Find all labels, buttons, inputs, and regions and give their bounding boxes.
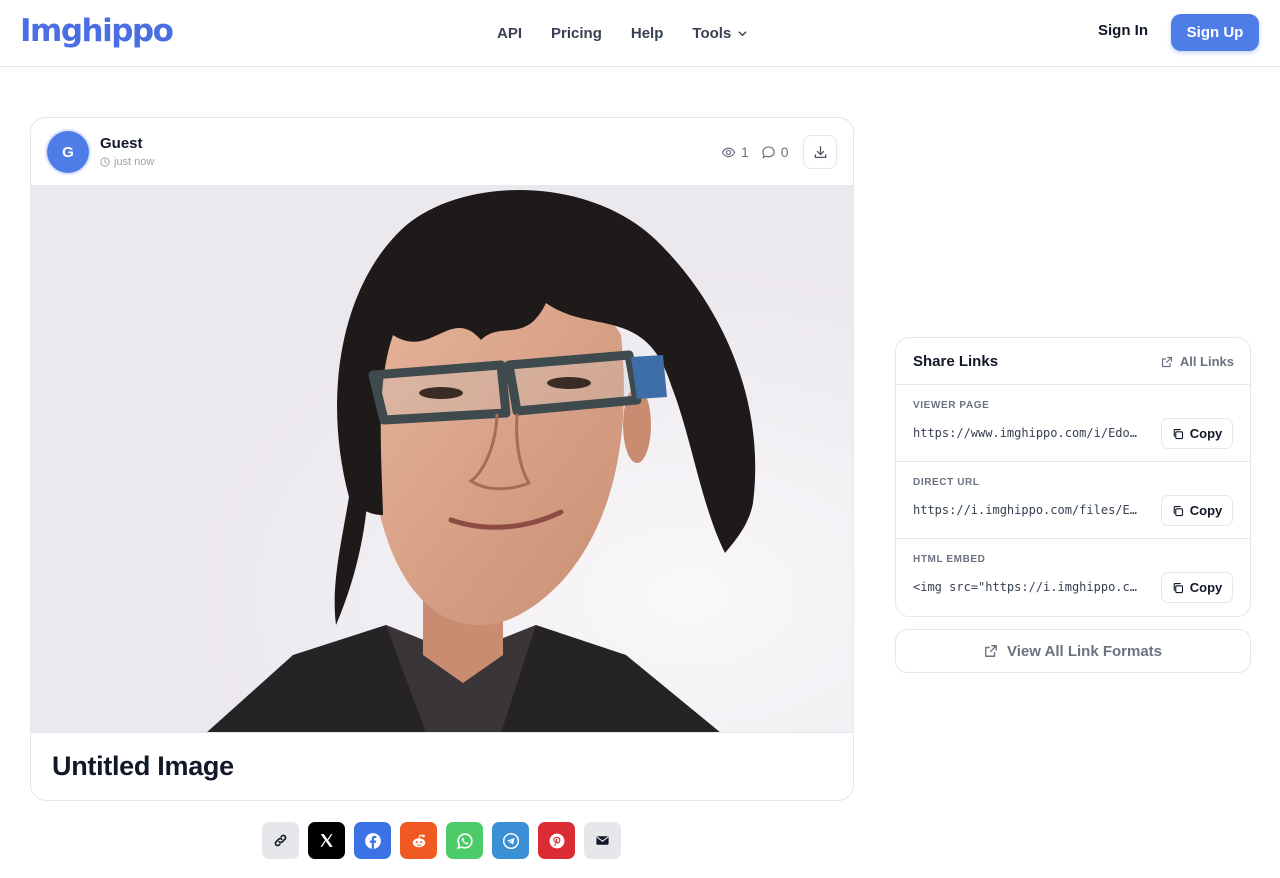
- copy-label: Copy: [1189, 580, 1223, 595]
- upload-time-text: just now: [114, 156, 155, 168]
- top-navbar: Imghippo API Pricing Help Tools Sign In …: [0, 0, 1280, 67]
- clock-icon: [100, 157, 110, 167]
- copy-label: Copy: [1189, 426, 1223, 441]
- direct-url-label: DIRECT URL: [913, 477, 980, 488]
- comment-count: 0: [761, 144, 789, 160]
- view-all-label: View All Link Formats: [1006, 642, 1163, 660]
- html-embed-label: HTML EMBED: [913, 554, 986, 565]
- logo[interactable]: Imghippo: [20, 11, 174, 51]
- comment-count-value: 0: [780, 144, 789, 160]
- eye-icon: [721, 147, 736, 157]
- image-title: Untitled Image: [52, 751, 234, 781]
- share-whatsapp-button[interactable]: [446, 822, 483, 859]
- html-embed-row: HTML EMBED <img src="https://i.imghippo.…: [896, 539, 1250, 616]
- sign-in-link[interactable]: Sign In: [1098, 22, 1148, 39]
- main-nav: API Pricing Help Tools: [497, 22, 748, 44]
- direct-url-value[interactable]: https://i.imghippo.com/files/E…: [913, 503, 1150, 517]
- all-links-label: All Links: [1179, 354, 1234, 369]
- comment-icon: [762, 145, 775, 158]
- copy-direct-url-button[interactable]: Copy: [1161, 495, 1233, 526]
- share-buttons: [262, 822, 621, 859]
- nav-tools-label: Tools: [692, 24, 732, 42]
- share-links-panel: Share Links All Links VIEWER PAGE https:…: [895, 337, 1251, 617]
- pinterest-icon: [549, 833, 564, 848]
- avatar[interactable]: G: [47, 131, 89, 173]
- share-telegram-button[interactable]: [492, 822, 529, 859]
- viewer-page-url[interactable]: https://www.imghippo.com/i/Edo…: [913, 426, 1150, 440]
- copy-icon: [1173, 428, 1183, 439]
- download-icon: [814, 145, 826, 158]
- share-links-header: Share Links All Links: [896, 338, 1250, 385]
- viewer-page-label: VIEWER PAGE: [913, 400, 990, 411]
- share-copy-link-button[interactable]: [262, 822, 299, 859]
- x-logo-icon: [320, 834, 333, 847]
- reddit-icon: [412, 833, 425, 847]
- uploaded-image[interactable]: [31, 185, 853, 733]
- copy-viewer-page-button[interactable]: Copy: [1161, 418, 1233, 449]
- view-count: 1: [721, 144, 749, 160]
- share-links-title: Share Links: [913, 353, 999, 370]
- whatsapp-icon: [456, 832, 473, 849]
- view-count-value: 1: [741, 144, 749, 160]
- copy-icon: [1173, 582, 1183, 593]
- telegram-icon: [502, 832, 519, 849]
- copy-label: Copy: [1189, 503, 1223, 518]
- share-facebook-button[interactable]: [354, 822, 391, 859]
- facebook-icon: [364, 832, 381, 849]
- share-reddit-button[interactable]: [400, 822, 437, 859]
- copy-icon: [1173, 505, 1183, 516]
- image-stats: 1 0: [721, 144, 801, 160]
- image-card: G Guest just now 1 0 Untitled Image: [30, 117, 854, 801]
- direct-url-row: DIRECT URL https://i.imghippo.com/files/…: [896, 462, 1250, 539]
- share-x-button[interactable]: [308, 822, 345, 859]
- mail-icon: [596, 836, 609, 845]
- copy-html-embed-button[interactable]: Copy: [1161, 572, 1233, 603]
- share-email-button[interactable]: [584, 822, 621, 859]
- upload-time: just now: [100, 156, 154, 168]
- nav-api[interactable]: API: [497, 25, 522, 42]
- uploader-name[interactable]: Guest: [100, 135, 143, 152]
- view-all-link-formats-button[interactable]: View All Link Formats: [895, 629, 1251, 673]
- portrait-illustration: [31, 185, 853, 732]
- all-links-link[interactable]: All Links: [1161, 354, 1234, 369]
- nav-tools-dropdown[interactable]: Tools: [692, 25, 748, 42]
- external-link-icon: [1161, 356, 1172, 367]
- chevron-down-icon: [738, 30, 747, 36]
- sign-up-button[interactable]: Sign Up: [1171, 14, 1259, 51]
- nav-pricing[interactable]: Pricing: [551, 25, 602, 42]
- viewer-page-row: VIEWER PAGE https://www.imghippo.com/i/E…: [896, 385, 1250, 462]
- external-link-icon: [985, 645, 997, 657]
- download-button[interactable]: [803, 135, 837, 169]
- html-embed-code[interactable]: <img src="https://i.imghippo.c…: [913, 580, 1150, 594]
- nav-help[interactable]: Help: [631, 25, 664, 42]
- share-pinterest-button[interactable]: [538, 822, 575, 859]
- link-icon: [274, 834, 287, 847]
